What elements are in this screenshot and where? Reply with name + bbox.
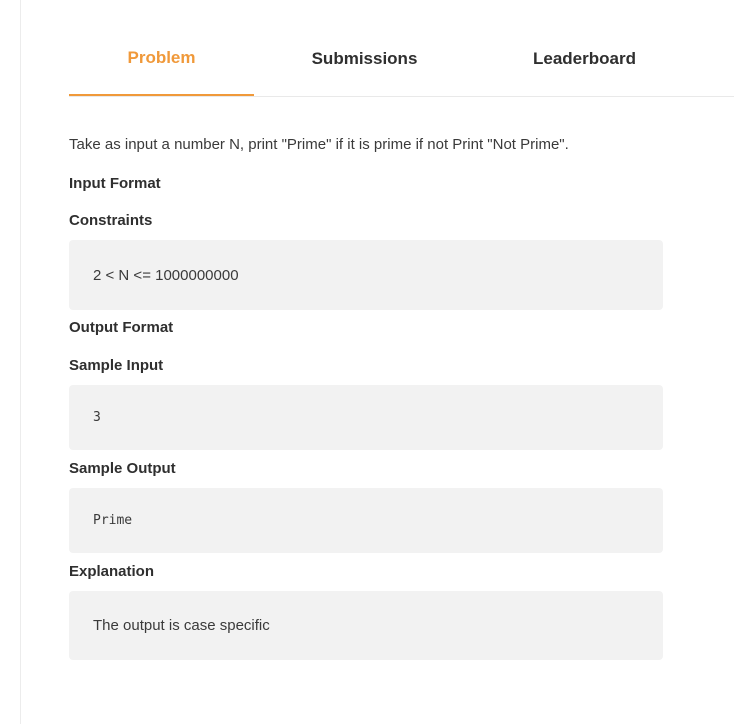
sample-input-text: 3 — [93, 410, 101, 425]
constraints-text: 2 < N <= 1000000000 — [93, 266, 239, 284]
tab-problem-label: Problem — [127, 48, 196, 67]
tab-submissions-label: Submissions — [311, 49, 418, 68]
tab-bar: Problem Submissions Leaderboard — [69, 30, 734, 97]
explanation-text: The output is case specific — [93, 617, 270, 634]
sample-input-heading: Sample Input — [69, 357, 164, 374]
problem-description: Take as input a number N, print "Prime" … — [69, 136, 569, 153]
problem-page: Problem Submissions Leaderboard Take as … — [0, 0, 734, 724]
tab-leaderboard-label: Leaderboard — [533, 49, 636, 68]
output-format-heading: Output Format — [69, 319, 174, 336]
explanation-box: The output is case specific — [69, 591, 663, 660]
constraints-box: 2 < N <= 1000000000 — [69, 240, 663, 310]
sample-output-heading: Sample Output — [69, 460, 176, 477]
sample-input-box: 3 — [69, 385, 663, 450]
sample-output-text: Prime — [93, 513, 133, 528]
constraints-heading: Constraints — [69, 212, 153, 229]
left-divider — [20, 0, 21, 724]
input-format-heading: Input Format — [69, 175, 161, 192]
explanation-heading: Explanation — [69, 563, 155, 580]
sample-output-box: Prime — [69, 488, 663, 553]
tab-leaderboard[interactable]: Leaderboard — [492, 30, 677, 96]
tab-submissions[interactable]: Submissions — [272, 30, 457, 96]
tab-problem[interactable]: Problem — [69, 30, 254, 96]
